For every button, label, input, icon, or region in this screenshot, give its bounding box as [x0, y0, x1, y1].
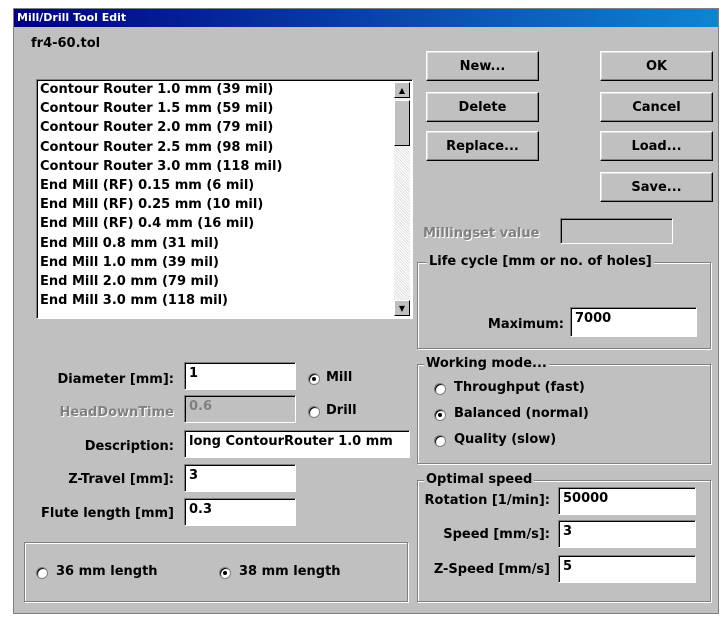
load-button[interactable]: Load...	[600, 131, 713, 161]
delete-button[interactable]: Delete	[426, 92, 539, 122]
tool-list[interactable]: Contour Router 1.0 mm (39 mil) Contour Ro…	[36, 79, 413, 319]
tool-list-item[interactable]: Contour Router 1.5 mm (59 mil)	[40, 101, 273, 116]
tool-list-item[interactable]: Contour Router 2.0 mm (79 mil)	[40, 120, 273, 135]
length-38-radio[interactable]	[219, 567, 231, 579]
tool-list-item[interactable]: End Mill 1.0 mm (39 mil)	[40, 255, 219, 270]
rotation-label: Rotation [1/min]:	[424, 493, 550, 508]
drill-radio-label[interactable]: Drill	[326, 403, 357, 419]
maximum-input[interactable]: 7000	[570, 307, 697, 337]
millingset-label: Millingset value	[423, 226, 540, 241]
headdown-input: 0.6	[184, 395, 296, 423]
length-36-label[interactable]: 36 mm length	[56, 564, 158, 580]
millingset-field	[560, 218, 673, 244]
mill-radio[interactable]	[308, 373, 320, 385]
optimal-speed-title: Optimal speed	[424, 472, 535, 487]
length-38-label[interactable]: 38 mm length	[239, 564, 341, 580]
description-input[interactable]: long ContourRouter 1.0 mm	[184, 430, 410, 458]
tool-list-item[interactable]: End Mill 2.0 mm (79 mil)	[40, 274, 219, 289]
mill-drill-tool-edit-dialog: Mill/Drill Tool Edit fr4-60.tol Contour …	[13, 8, 719, 614]
new-button[interactable]: New...	[426, 51, 539, 81]
tool-file-name: fr4-60.tol	[31, 36, 101, 51]
life-cycle-title: Life cycle [mm or no. of holes]	[427, 254, 654, 269]
diameter-label: Diameter [mm]:	[57, 372, 174, 387]
description-label: Description:	[84, 439, 174, 454]
rotation-input[interactable]: 50000	[558, 487, 696, 515]
flute-length-input[interactable]: 0.3	[184, 498, 296, 526]
title-bar: Mill/Drill Tool Edit	[14, 9, 718, 27]
speed-label: Speed [mm/s]:	[443, 527, 550, 542]
scroll-up-arrow-icon[interactable]: ▲	[394, 82, 410, 98]
tool-list-item[interactable]: Contour Router 2.5 mm (98 mil)	[40, 140, 273, 155]
ztravel-label: Z-Travel [mm]:	[68, 472, 174, 487]
zspeed-input[interactable]: 5	[558, 555, 696, 583]
working-mode-title: Working mode...	[424, 356, 549, 371]
zspeed-label: Z-Speed [mm/s]	[433, 562, 550, 577]
mode-throughput-radio[interactable]	[434, 383, 446, 395]
maximum-label: Maximum:	[487, 317, 564, 332]
drill-radio[interactable]	[308, 406, 320, 418]
tool-list-scrollbar[interactable]: ▲ ▼	[394, 82, 410, 316]
scroll-down-arrow-icon[interactable]: ▼	[394, 300, 410, 316]
scroll-thumb[interactable]	[394, 100, 410, 146]
headdown-label: HeadDownTime	[59, 405, 174, 420]
mode-balanced-radio[interactable]	[434, 409, 446, 421]
flute-length-label: Flute length [mm]	[41, 506, 174, 521]
tool-list-item[interactable]: Contour Router 1.0 mm (39 mil)	[40, 82, 273, 97]
tool-list-item[interactable]: End Mill (RF) 0.4 mm (16 mil)	[40, 216, 254, 231]
speed-input[interactable]: 3	[558, 520, 696, 548]
tool-list-item[interactable]: End Mill (RF) 0.15 mm (6 mil)	[40, 178, 254, 193]
replace-button[interactable]: Replace...	[426, 131, 539, 161]
mode-quality-radio[interactable]	[434, 435, 446, 447]
ztravel-input[interactable]: 3	[184, 464, 296, 492]
cancel-button[interactable]: Cancel	[600, 92, 713, 122]
save-button[interactable]: Save...	[600, 172, 713, 202]
mill-radio-label[interactable]: Mill	[326, 370, 352, 386]
tool-list-item[interactable]: End Mill 0.8 mm (31 mil)	[40, 236, 219, 251]
mode-quality-label[interactable]: Quality (slow)	[454, 432, 556, 448]
diameter-input[interactable]: 1	[184, 362, 296, 390]
length-36-radio[interactable]	[36, 567, 48, 579]
ok-button[interactable]: OK	[600, 51, 713, 81]
tool-list-item[interactable]: Contour Router 3.0 mm (118 mil)	[40, 159, 282, 174]
mode-balanced-label[interactable]: Balanced (normal)	[454, 406, 589, 422]
tool-list-item[interactable]: End Mill 3.0 mm (118 mil)	[40, 293, 228, 308]
tool-list-item[interactable]: End Mill (RF) 0.25 mm (10 mil)	[40, 197, 263, 212]
mode-throughput-label[interactable]: Throughput (fast)	[454, 380, 585, 396]
